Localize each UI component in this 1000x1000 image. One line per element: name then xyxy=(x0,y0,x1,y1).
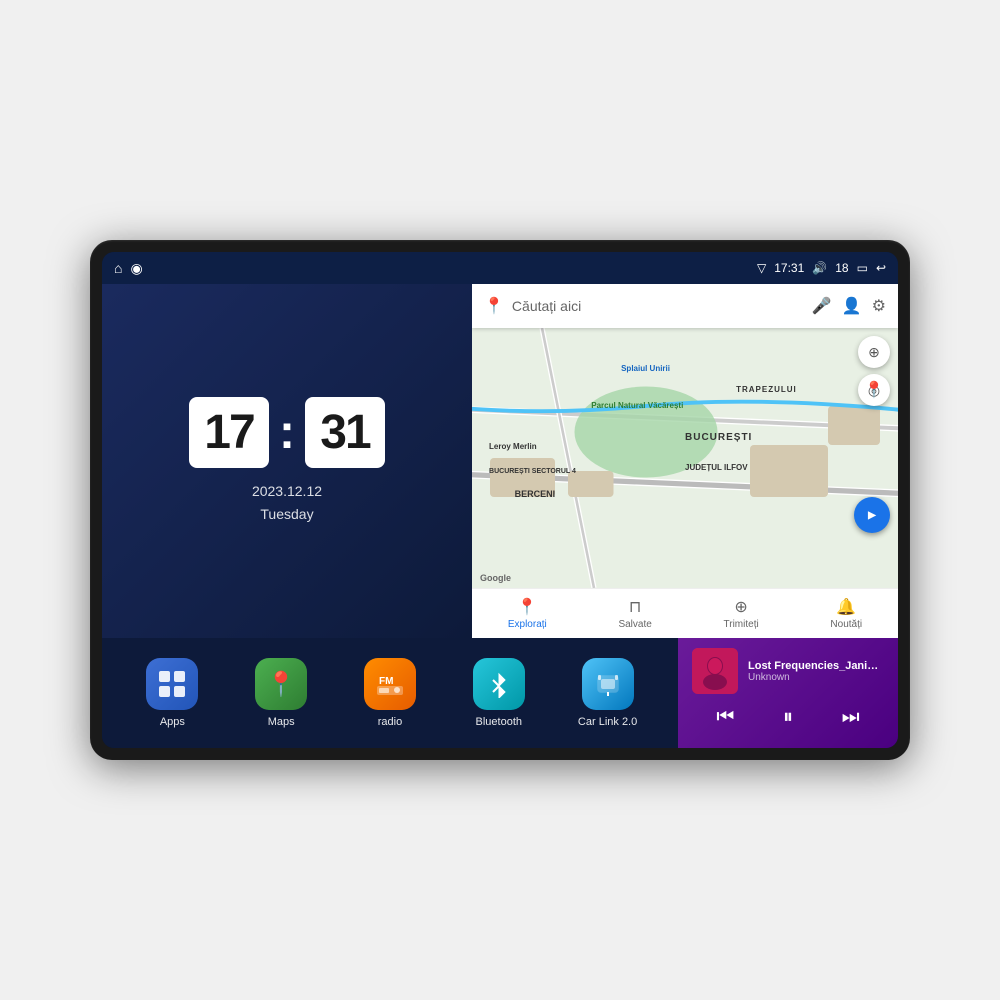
volume-icon: 🔊 xyxy=(812,261,827,275)
carlink-icon xyxy=(582,658,634,710)
map-nav-share[interactable]: ⊕ Trimiteți xyxy=(724,597,759,630)
google-logo: Google xyxy=(480,573,511,583)
radio-icon: FM xyxy=(364,658,416,710)
app-item-apps[interactable]: Apps xyxy=(137,658,207,728)
map-pin-nav-icon[interactable]: ◉ xyxy=(130,260,142,277)
main-content: 17 : 31 2023.12.12 Tuesday 📍 Căutați aic… xyxy=(102,284,898,748)
clock-date: 2023.12.12 Tuesday xyxy=(252,480,322,525)
status-left: ⌂ ◉ xyxy=(114,260,143,277)
music-thumb-img xyxy=(692,648,738,694)
map-compass-button[interactable]: ⊕ xyxy=(858,336,890,368)
apps-label: Apps xyxy=(160,716,185,728)
map-search-bar[interactable]: 📍 Căutați aici 🎤 👤 ⚙ xyxy=(472,284,898,328)
share-icon: ⊕ xyxy=(734,597,747,617)
clock-display: 17 : 31 xyxy=(189,397,385,468)
svg-text:FM: FM xyxy=(379,676,393,687)
settings-icon[interactable]: ⚙ xyxy=(872,296,886,316)
next-button[interactable]: ⏭ xyxy=(834,702,868,733)
explore-icon: 📍 xyxy=(517,597,537,617)
music-info: Lost Frequencies_Janieck Devy-... Unknow… xyxy=(748,660,884,683)
carlink-label: Car Link 2.0 xyxy=(578,716,637,728)
map-red-pin: 📍 xyxy=(864,380,884,400)
compass-icon: ⊕ xyxy=(868,344,880,361)
device-screen: ⌂ ◉ ▽ 17:31 🔊 18 ▭ ↩ 17 : xyxy=(102,252,898,748)
music-top: Lost Frequencies_Janieck Devy-... Unknow… xyxy=(692,648,884,694)
radio-label: radio xyxy=(378,716,402,728)
map-nav-saved[interactable]: ⊓ Salvate xyxy=(618,597,651,630)
home-icon[interactable]: ⌂ xyxy=(114,260,122,276)
clock-hours: 17 xyxy=(189,397,269,468)
app-item-bluetooth[interactable]: Bluetooth xyxy=(464,658,534,728)
news-icon: 🔔 xyxy=(836,597,856,617)
map-navigate-button[interactable]: ▶ xyxy=(854,497,890,533)
map-panel[interactable]: 📍 Căutați aici 🎤 👤 ⚙ xyxy=(472,284,898,638)
map-nav-explore[interactable]: 📍 Explorați xyxy=(508,597,547,630)
clock-panel: 17 : 31 2023.12.12 Tuesday xyxy=(102,284,472,638)
bottom-section: Apps 📍 Maps FM xyxy=(102,638,898,748)
map-svg xyxy=(472,328,898,588)
app-item-maps[interactable]: 📍 Maps xyxy=(246,658,316,728)
status-bar: ⌂ ◉ ▽ 17:31 🔊 18 ▭ ↩ xyxy=(102,252,898,284)
account-icon[interactable]: 👤 xyxy=(842,296,862,316)
map-search-pin-icon: 📍 xyxy=(484,296,504,316)
top-section: 17 : 31 2023.12.12 Tuesday 📍 Căutați aic… xyxy=(102,284,898,638)
play-pause-button[interactable]: ⏸ xyxy=(775,702,801,733)
bluetooth-label: Bluetooth xyxy=(476,716,522,728)
volume-level: 18 xyxy=(835,261,848,275)
music-area: Lost Frequencies_Janieck Devy-... Unknow… xyxy=(678,638,898,748)
explore-label: Explorați xyxy=(508,619,547,630)
maps-label: Maps xyxy=(268,716,295,728)
map-nav-news[interactable]: 🔔 Noutăți xyxy=(830,597,862,630)
map-area[interactable]: TRAPEZULUI BUCUREȘTI JUDEȚUL ILFOV BERCE… xyxy=(472,328,898,588)
clock-colon: : xyxy=(279,405,295,460)
app-item-carlink[interactable]: Car Link 2.0 xyxy=(573,658,643,728)
apps-area: Apps 📍 Maps FM xyxy=(102,638,678,748)
status-right: ▽ 17:31 🔊 18 ▭ ↩ xyxy=(757,261,886,275)
saved-icon: ⊓ xyxy=(629,597,641,617)
clock-date-value: 2023.12.12 xyxy=(252,480,322,502)
battery-icon: ▭ xyxy=(857,261,868,275)
nav-icon: ▶ xyxy=(868,510,876,521)
clock-minutes: 31 xyxy=(305,397,385,468)
prev-button[interactable]: ⏮ xyxy=(708,702,742,733)
music-title: Lost Frequencies_Janieck Devy-... xyxy=(748,660,884,672)
saved-label: Salvate xyxy=(618,619,651,630)
status-time: 17:31 xyxy=(774,261,804,275)
map-search-placeholder[interactable]: Căutați aici xyxy=(512,298,804,314)
map-search-icons: 🎤 👤 ⚙ xyxy=(812,296,886,316)
news-label: Noutăți xyxy=(830,619,862,630)
share-label: Trimiteți xyxy=(724,619,759,630)
signal-icon: ▽ xyxy=(757,261,766,275)
apps-icon xyxy=(146,658,198,710)
music-thumbnail xyxy=(692,648,738,694)
device-outer: ⌂ ◉ ▽ 17:31 🔊 18 ▭ ↩ 17 : xyxy=(90,240,910,760)
music-artist: Unknown xyxy=(748,672,884,683)
mic-icon[interactable]: 🎤 xyxy=(812,296,832,316)
back-icon[interactable]: ↩ xyxy=(876,261,886,275)
app-item-radio[interactable]: FM radio xyxy=(355,658,425,728)
clock-day: Tuesday xyxy=(252,503,322,525)
music-controls: ⏮ ⏸ ⏭ xyxy=(692,702,884,733)
bluetooth-icon xyxy=(473,658,525,710)
map-bottom-nav: 📍 Explorați ⊓ Salvate ⊕ Trimiteți 🔔 xyxy=(472,588,898,638)
maps-icon: 📍 xyxy=(255,658,307,710)
